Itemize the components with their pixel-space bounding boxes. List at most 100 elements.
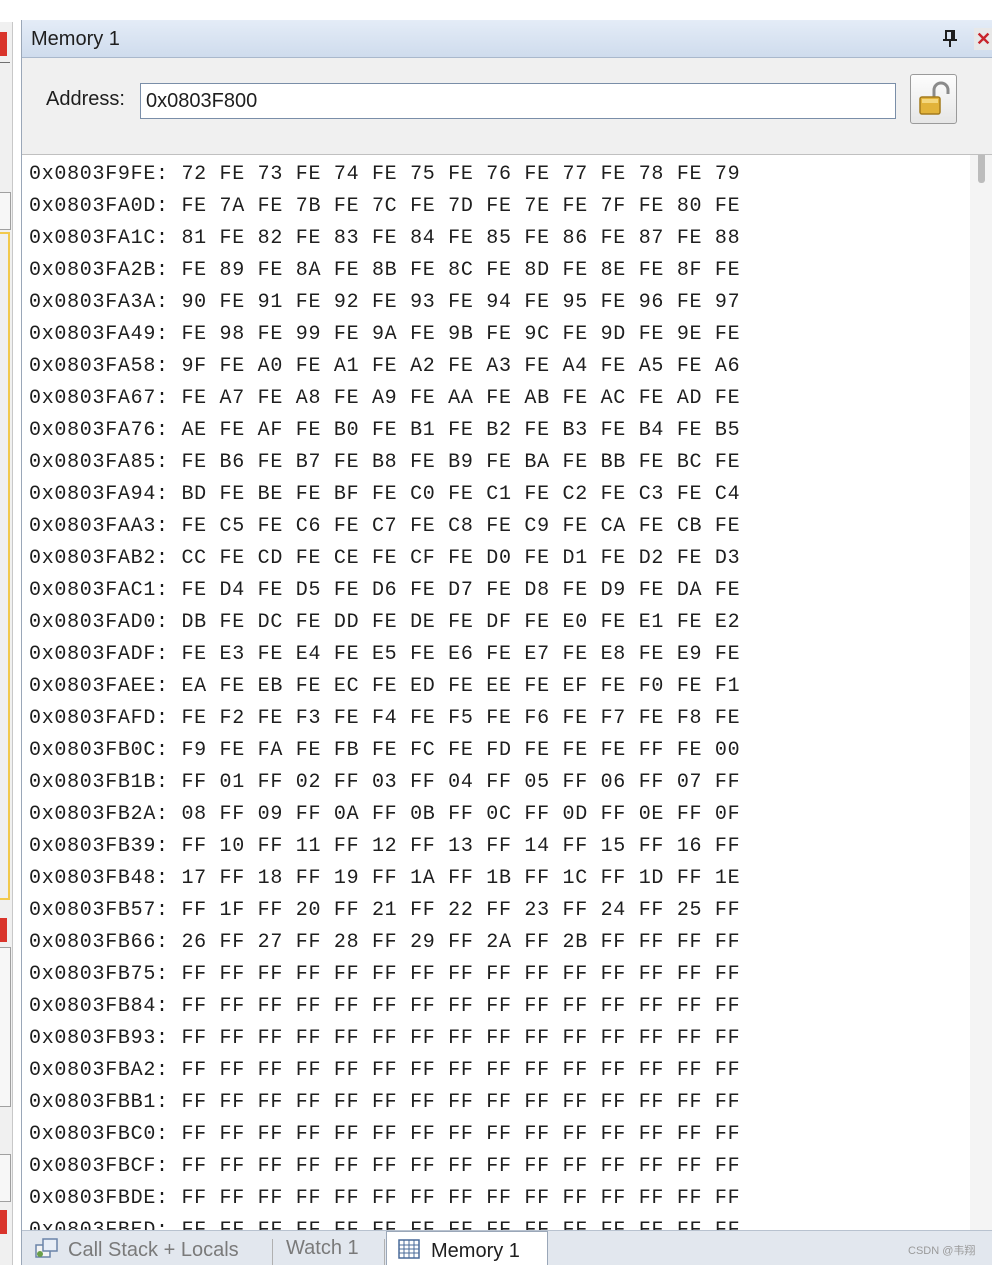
- panel-close-mark-3[interactable]: [0, 1210, 7, 1234]
- memory-row[interactable]: 0x0803FAA3: FE C5 FE C6 FE C7 FE C8 FE C…: [29, 511, 740, 543]
- row-address: 0x0803FA2B:: [29, 259, 169, 282]
- row-address: 0x0803FBA2:: [29, 1059, 169, 1082]
- close-icon[interactable]: ✕: [974, 28, 992, 50]
- memory-row[interactable]: 0x0803FBB1: FF FF FF FF FF FF FF FF FF F…: [29, 1087, 740, 1119]
- row-address: 0x0803FB57:: [29, 899, 169, 922]
- address-label: Address:: [46, 88, 125, 110]
- tab-watch-1[interactable]: Watch 1: [286, 1237, 359, 1265]
- row-bytes: FE B6 FE B7 FE B8 FE B9 FE BA FE BB FE B…: [181, 451, 741, 474]
- row-bytes: FE F2 FE F3 FE F4 FE F5 FE F6 FE F7 FE F…: [181, 707, 741, 730]
- row-address: 0x0803F9FE:: [29, 163, 169, 186]
- memory-row[interactable]: 0x0803FA2B: FE 89 FE 8A FE 8B FE 8C FE 8…: [29, 255, 740, 287]
- row-bytes: CC FE CD FE CE FE CF FE D0 FE D1 FE D2 F…: [181, 547, 741, 570]
- row-bytes: 90 FE 91 FE 92 FE 93 FE 94 FE 95 FE 96 F…: [181, 291, 741, 314]
- row-bytes: FF FF FF FF FF FF FF FF FF FF FF FF FF F…: [181, 963, 741, 986]
- row-bytes: FF FF FF FF FF FF FF FF FF FF FF FF FF F…: [181, 1123, 741, 1146]
- memory-row[interactable]: 0x0803FB2A: 08 FF 09 FF 0A FF 0B FF 0C F…: [29, 799, 740, 831]
- tab-call-stack-locals[interactable]: Call Stack + Locals: [34, 1237, 239, 1265]
- tab-label: Memory 1: [431, 1240, 520, 1262]
- row-address: 0x0803FAB2:: [29, 547, 169, 570]
- memory-row[interactable]: 0x0803FBED: FF FF FF FF FF FF FF FF FF F…: [29, 1215, 740, 1230]
- memory-row[interactable]: 0x0803FB48: 17 FF 18 FF 19 FF 1A FF 1B F…: [29, 863, 740, 895]
- memory-row[interactable]: 0x0803FA3A: 90 FE 91 FE 92 FE 93 FE 94 F…: [29, 287, 740, 319]
- memory-row[interactable]: 0x0803FBC0: FF FF FF FF FF FF FF FF FF F…: [29, 1119, 740, 1151]
- panel-control[interactable]: [0, 192, 11, 230]
- memory-row[interactable]: 0x0803FBCF: FF FF FF FF FF FF FF FF FF F…: [29, 1151, 740, 1183]
- row-bytes: FF FF FF FF FF FF FF FF FF FF FF FF FF F…: [181, 1219, 740, 1230]
- row-address: 0x0803FAEE:: [29, 675, 169, 698]
- panel-control-2[interactable]: [0, 947, 11, 1107]
- tab-memory-1[interactable]: Memory 1: [386, 1231, 548, 1265]
- memory-row[interactable]: 0x0803FB93: FF FF FF FF FF FF FF FF FF F…: [29, 1023, 740, 1055]
- memory-row[interactable]: 0x0803FB39: FF 10 FF 11 FF 12 FF 13 FF 1…: [29, 831, 740, 863]
- vertical-scrollbar[interactable]: [970, 155, 992, 1230]
- row-bytes: BD FE BE FE BF FE C0 FE C1 FE C2 FE C3 F…: [181, 483, 741, 506]
- scrollbar-thumb[interactable]: [978, 155, 985, 183]
- row-bytes: FF FF FF FF FF FF FF FF FF FF FF FF FF F…: [181, 1091, 741, 1114]
- screen: Memory 1 ✕ Address: 0x0803F800 0x0803F9F…: [0, 0, 992, 1265]
- address-input[interactable]: [140, 83, 896, 119]
- left-panel-strip: [0, 22, 13, 1265]
- row-bytes: 9F FE A0 FE A1 FE A2 FE A3 FE A4 FE A5 F…: [181, 355, 741, 378]
- memory-grid-icon: [397, 1238, 423, 1260]
- memory-row[interactable]: 0x0803FB84: FF FF FF FF FF FF FF FF FF F…: [29, 991, 740, 1023]
- memory-row[interactable]: 0x0803FAB2: CC FE CD FE CE FE CF FE D0 F…: [29, 543, 740, 575]
- panel-divider: [0, 62, 10, 63]
- memory-lines: 0x0803F9FE: 72 FE 73 FE 74 FE 75 FE 76 F…: [29, 159, 740, 1230]
- row-address: 0x0803FBB1:: [29, 1091, 169, 1114]
- row-bytes: FF FF FF FF FF FF FF FF FF FF FF FF FF F…: [181, 1027, 741, 1050]
- memory-row[interactable]: 0x0803FA76: AE FE AF FE B0 FE B1 FE B2 F…: [29, 415, 740, 447]
- memory-row[interactable]: 0x0803FA49: FE 98 FE 99 FE 9A FE 9B FE 9…: [29, 319, 740, 351]
- row-address: 0x0803FA3A:: [29, 291, 169, 314]
- row-address: 0x0803FA49:: [29, 323, 169, 346]
- memory-row[interactable]: 0x0803FB1B: FF 01 FF 02 FF 03 FF 04 FF 0…: [29, 767, 740, 799]
- tab-separator: [384, 1239, 385, 1265]
- row-bytes: 26 FF 27 FF 28 FF 29 FF 2A FF 2B FF FF F…: [181, 931, 741, 954]
- memory-row[interactable]: 0x0803FB75: FF FF FF FF FF FF FF FF FF F…: [29, 959, 740, 991]
- memory-row[interactable]: 0x0803FB0C: F9 FE FA FE FB FE FC FE FD F…: [29, 735, 740, 767]
- memory-row[interactable]: 0x0803FA67: FE A7 FE A8 FE A9 FE AA FE A…: [29, 383, 740, 415]
- call-stack-icon: [34, 1237, 60, 1259]
- row-address: 0x0803FB48:: [29, 867, 169, 890]
- row-bytes: FE D4 FE D5 FE D6 FE D7 FE D8 FE D9 FE D…: [181, 579, 741, 602]
- memory-row[interactable]: 0x0803FAEE: EA FE EB FE EC FE ED FE EE F…: [29, 671, 740, 703]
- memory-row[interactable]: 0x0803FAD0: DB FE DC FE DD FE DE FE DF F…: [29, 607, 740, 639]
- memory-row[interactable]: 0x0803FA1C: 81 FE 82 FE 83 FE 84 FE 85 F…: [29, 223, 740, 255]
- memory-row[interactable]: 0x0803FBDE: FF FF FF FF FF FF FF FF FF F…: [29, 1183, 740, 1215]
- row-address: 0x0803FAFD:: [29, 707, 169, 730]
- memory-row[interactable]: 0x0803FA58: 9F FE A0 FE A1 FE A2 FE A3 F…: [29, 351, 740, 383]
- row-bytes: 72 FE 73 FE 74 FE 75 FE 76 FE 77 FE 78 F…: [181, 163, 741, 186]
- memory-row[interactable]: 0x0803FB66: 26 FF 27 FF 28 FF 29 FF 2A F…: [29, 927, 740, 959]
- memory-row[interactable]: 0x0803F9FE: 72 FE 73 FE 74 FE 75 FE 76 F…: [29, 159, 740, 191]
- memory-row[interactable]: 0x0803FA94: BD FE BE FE BF FE C0 FE C1 F…: [29, 479, 740, 511]
- panel-control-3[interactable]: [0, 1154, 11, 1202]
- tab-bar: Call Stack + Locals Watch 1 Memory 1: [22, 1230, 992, 1265]
- memory-row[interactable]: 0x0803FA85: FE B6 FE B7 FE B8 FE B9 FE B…: [29, 447, 740, 479]
- row-address: 0x0803FBC0:: [29, 1123, 169, 1146]
- pin-icon[interactable]: [940, 28, 960, 50]
- row-address: 0x0803FB1B:: [29, 771, 169, 794]
- row-address: 0x0803FADF:: [29, 643, 169, 666]
- row-address: 0x0803FB66:: [29, 931, 169, 954]
- row-bytes: FF 1F FF 20 FF 21 FF 22 FF 23 FF 24 FF 2…: [181, 899, 741, 922]
- memory-row[interactable]: 0x0803FA0D: FE 7A FE 7B FE 7C FE 7D FE 7…: [29, 191, 740, 223]
- memory-view[interactable]: 0x0803F9FE: 72 FE 73 FE 74 FE 75 FE 76 F…: [22, 154, 992, 1230]
- row-address: 0x0803FA76:: [29, 419, 169, 442]
- memory-row[interactable]: 0x0803FAFD: FE F2 FE F3 FE F4 FE F5 FE F…: [29, 703, 740, 735]
- panel-close-mark[interactable]: [0, 32, 7, 56]
- lock-button[interactable]: [910, 74, 957, 124]
- watermark: CSDN @韦翔: [908, 1245, 976, 1257]
- row-bytes: FF FF FF FF FF FF FF FF FF FF FF FF FF F…: [181, 1155, 741, 1178]
- panel-close-mark-2[interactable]: [0, 918, 7, 942]
- row-bytes: F9 FE FA FE FB FE FC FE FD FE FE FE FF F…: [181, 739, 741, 762]
- memory-row[interactable]: 0x0803FBA2: FF FF FF FF FF FF FF FF FF F…: [29, 1055, 740, 1087]
- memory-row[interactable]: 0x0803FADF: FE E3 FE E4 FE E5 FE E6 FE E…: [29, 639, 740, 671]
- title-bar[interactable]: Memory 1 ✕: [22, 20, 992, 58]
- memory-row[interactable]: 0x0803FB57: FF 1F FF 20 FF 21 FF 22 FF 2…: [29, 895, 740, 927]
- row-bytes: 08 FF 09 FF 0A FF 0B FF 0C FF 0D FF 0E F…: [181, 803, 741, 826]
- row-address: 0x0803FBCF:: [29, 1155, 169, 1178]
- row-address: 0x0803FAA3:: [29, 515, 169, 538]
- row-bytes: DB FE DC FE DD FE DE FE DF FE E0 FE E1 F…: [181, 611, 741, 634]
- memory-row[interactable]: 0x0803FAC1: FE D4 FE D5 FE D6 FE D7 FE D…: [29, 575, 740, 607]
- row-address: 0x0803FB39:: [29, 835, 169, 858]
